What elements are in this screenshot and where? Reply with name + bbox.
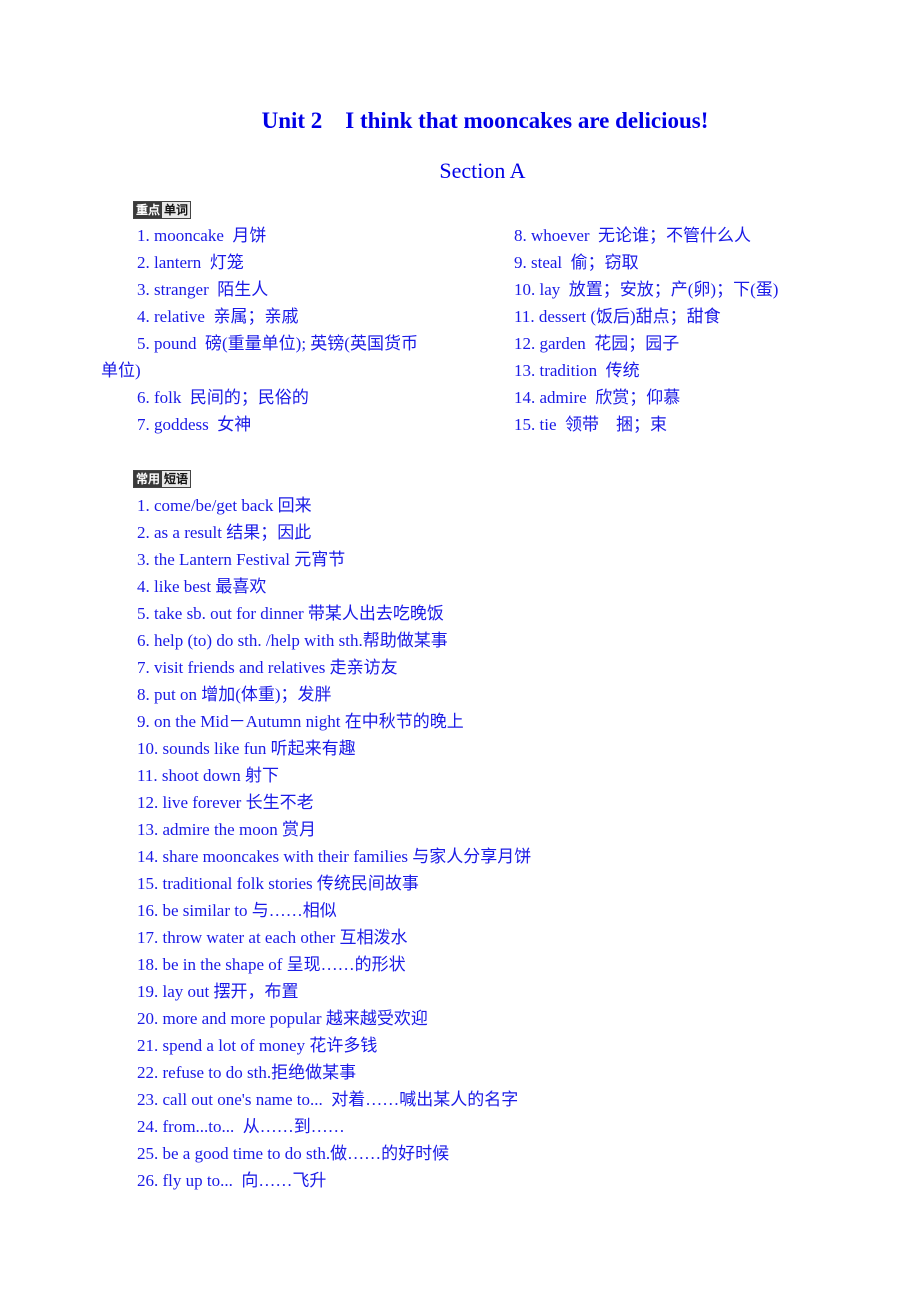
vocab-item: 9. steal 偷；窃取: [514, 253, 639, 272]
phrase-item: 11. shoot down 射下: [137, 766, 279, 785]
phrase-item: 4. like best 最喜欢: [137, 577, 267, 596]
phrase-item: 10. sounds like fun 听起来有趣: [137, 739, 356, 758]
vocab-item: 14. admire 欣赏；仰慕: [514, 388, 681, 407]
phrase-item: 23. call out one's name to... 对着……喊出某人的名…: [137, 1090, 519, 1109]
phrase-item: 9. on the Mid－Autumn night 在中秋节的晚上: [137, 712, 464, 731]
vocab-item: 6. folk 民间的；民俗的: [137, 388, 309, 407]
vocab-item: 13. tradition 传统: [514, 361, 640, 380]
phrase-item: 8. put on 增加(体重)；发胖: [137, 685, 332, 704]
vocab-item: 7. goddess 女神: [137, 415, 252, 434]
phrase-item: 17. throw water at each other 互相泼水: [137, 928, 408, 947]
phrase-item: 21. spend a lot of money 花许多钱: [137, 1036, 378, 1055]
unit-title: Unit 2 I think that mooncakes are delici…: [261, 108, 709, 133]
common-phrases-badge-light: 短语: [162, 471, 191, 487]
phrase-item: 14. share mooncakes with their families …: [137, 847, 532, 866]
phrase-item: 12. live forever 长生不老: [137, 793, 314, 812]
vocab-item: 15. tie 领带 捆；束: [514, 415, 667, 434]
phrase-item: 15. traditional folk stories 传统民间故事: [137, 874, 419, 893]
vocab-item: 5. pound 磅(重量单位); 英镑(英国货币: [137, 334, 418, 353]
phrase-item: 22. refuse to do sth.拒绝做某事: [137, 1063, 357, 1082]
phrase-item: 26. fly up to... 向……飞升: [137, 1171, 327, 1190]
vocab-item: 2. lantern 灯笼: [137, 253, 244, 272]
common-phrases-badge-dark: 常用: [134, 471, 163, 487]
vocab-item: 10. lay 放置；安放；产(卵)；下(蛋): [514, 280, 779, 299]
phrase-item: 24. from...to... 从……到……: [137, 1117, 345, 1136]
phrase-item: 13. admire the moon 赏月: [137, 820, 316, 839]
phrase-item: 2. as a result 结果；因此: [137, 523, 312, 542]
phrase-item: 6. help (to) do sth. /help with sth.帮助做某…: [137, 631, 448, 650]
key-words-badge: 重点 单词: [133, 201, 192, 219]
phrase-item: 18. be in the shape of 呈现……的形状: [137, 955, 406, 974]
section-title: Section A: [439, 158, 526, 183]
phrase-item: 7. visit friends and relatives 走亲访友: [137, 658, 398, 677]
phrase-item: 5. take sb. out for dinner 带某人出去吃晚饭: [137, 604, 444, 623]
key-words-badge-light: 单词: [162, 202, 191, 218]
vocab-item: 8. whoever 无论谁；不管什么人: [514, 226, 752, 245]
key-words-badge-dark: 重点: [134, 202, 163, 218]
vocab-item-wrap: 单位): [101, 361, 141, 380]
vocab-item: 4. relative 亲属；亲戚: [137, 307, 299, 326]
phrase-item: 25. be a good time to do sth.做……的好时候: [137, 1144, 450, 1163]
vocab-item: 1. mooncake 月饼: [137, 226, 267, 245]
phrase-item: 1. come/be/get back 回来: [137, 496, 312, 515]
phrase-item: 3. the Lantern Festival 元宵节: [137, 550, 346, 569]
phrase-item: 20. more and more popular 越来越受欢迎: [137, 1009, 428, 1028]
vocab-item: 3. stranger 陌生人: [137, 280, 269, 299]
phrase-item: 16. be similar to 与……相似: [137, 901, 337, 920]
phrase-item: 19. lay out 摆开，布置: [137, 982, 299, 1001]
vocab-item: 11. dessert (饭后)甜点；甜食: [514, 307, 721, 326]
common-phrases-badge: 常用 短语: [133, 470, 192, 488]
vocab-item: 12. garden 花园；园子: [514, 334, 680, 353]
